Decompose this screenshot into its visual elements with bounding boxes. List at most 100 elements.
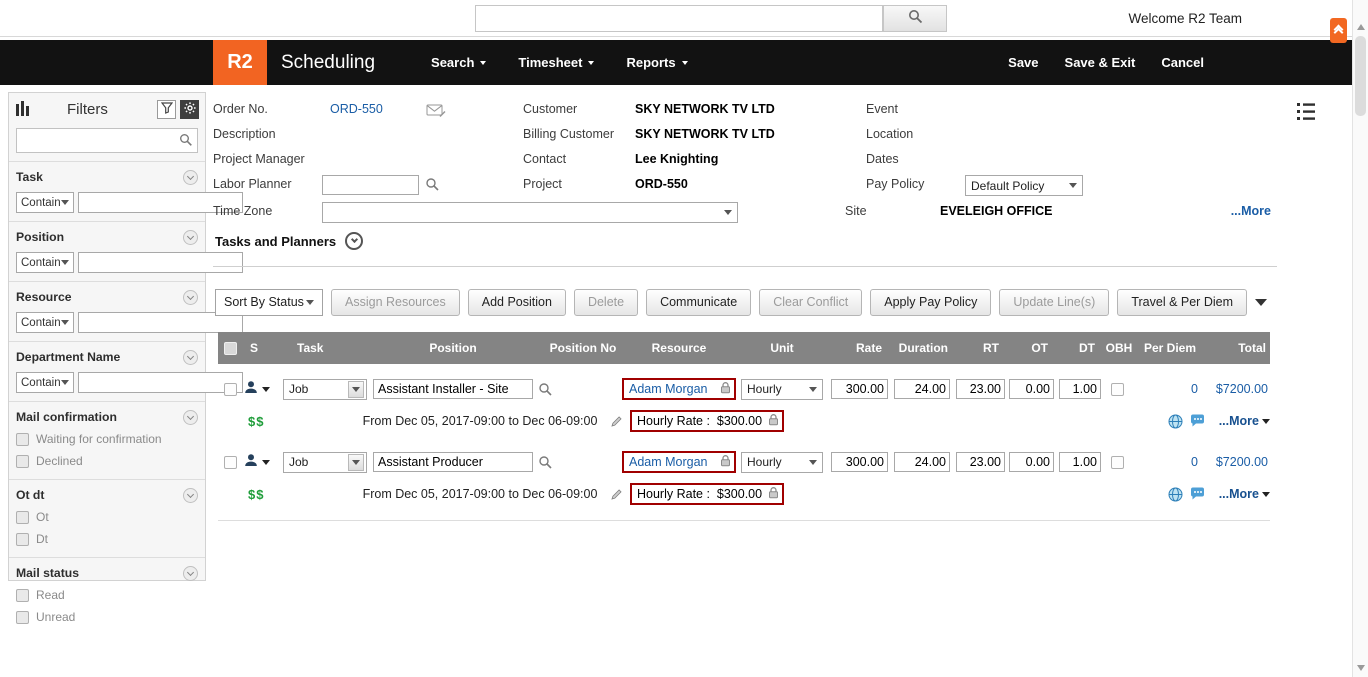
chevron-circle-icon[interactable]	[183, 230, 198, 245]
filter-section-mail-status: Mail status Read Unread	[9, 557, 205, 635]
task-contain-select[interactable]: Contain	[16, 192, 74, 213]
ot-input[interactable]	[1009, 452, 1054, 472]
more-link[interactable]: ...More	[1231, 204, 1271, 218]
row-status-cell[interactable]	[244, 377, 280, 401]
waiting-confirmation-checkbox[interactable]	[16, 433, 29, 446]
per-diem-link[interactable]: 0	[1191, 455, 1198, 469]
collapse-header-button[interactable]	[1330, 18, 1347, 43]
section-label: Mail confirmation	[16, 410, 117, 424]
section-label: Mail status	[16, 566, 79, 580]
globe-icon[interactable]	[1168, 482, 1186, 506]
ot-input[interactable]	[1009, 379, 1054, 399]
pay-policy-select[interactable]: Default Policy	[965, 175, 1083, 196]
rate-input[interactable]	[831, 452, 888, 472]
per-diem-link[interactable]: 0	[1191, 382, 1198, 396]
declined-checkbox[interactable]	[16, 455, 29, 468]
filter-search-input[interactable]	[16, 128, 198, 153]
ot-checkbox[interactable]	[16, 511, 29, 524]
sort-by-select[interactable]: Sort By Status	[215, 289, 323, 316]
hourly-rate-locked-field[interactable]: Hourly Rate : $300.00	[630, 410, 784, 432]
department-contain-select[interactable]: Contain	[16, 372, 74, 393]
row-more-link[interactable]: ...More	[1219, 414, 1270, 428]
save-exit-button[interactable]: Save & Exit	[1065, 55, 1136, 70]
scrollbar-thumb[interactable]	[1355, 36, 1366, 116]
unread-checkbox[interactable]	[16, 611, 29, 624]
apply-pay-policy-button[interactable]: Apply Pay Policy	[870, 289, 991, 316]
menu-timesheet[interactable]: Timesheet	[518, 55, 594, 70]
edit-schedule-icon[interactable]	[610, 409, 626, 433]
clear-filter-button[interactable]	[157, 100, 176, 119]
resource-contain-select[interactable]: Contain	[16, 312, 74, 333]
vertical-scrollbar[interactable]	[1352, 0, 1368, 677]
labor-planner-input[interactable]	[322, 175, 419, 195]
rate-input[interactable]	[831, 379, 888, 399]
duration-input[interactable]	[894, 379, 950, 399]
time-zone-select[interactable]	[322, 202, 738, 223]
select-arrow	[348, 381, 364, 398]
rt-input[interactable]	[956, 452, 1005, 472]
position-search-icon[interactable]	[538, 450, 556, 474]
toolbar-dropdown-icon[interactable]	[1255, 299, 1267, 306]
checkbox-label: Unread	[36, 610, 75, 624]
chevron-circle-icon[interactable]	[183, 170, 198, 185]
chevron-circle-icon[interactable]	[183, 410, 198, 425]
scroll-up-icon[interactable]	[1357, 24, 1365, 30]
resource-locked-field[interactable]: Adam Morgan	[622, 378, 736, 400]
dt-input[interactable]	[1059, 452, 1101, 472]
globe-icon[interactable]	[1168, 409, 1186, 433]
unit-select[interactable]: Hourly	[741, 450, 823, 474]
rate-detail-cell[interactable]: $$	[248, 482, 274, 506]
global-search-button[interactable]	[883, 5, 947, 32]
task-select[interactable]: Job	[283, 377, 367, 401]
filter-settings-button[interactable]	[180, 100, 199, 119]
chevron-circle-icon[interactable]	[183, 350, 198, 365]
obh-checkbox[interactable]	[1111, 383, 1124, 396]
scroll-down-icon[interactable]	[1357, 665, 1365, 671]
rt-input[interactable]	[956, 379, 1005, 399]
nav-bar: R2 Scheduling Search Timesheet Reports S…	[0, 40, 1352, 85]
layout-menu-icon[interactable]	[1296, 100, 1316, 129]
search-icon[interactable]	[425, 177, 440, 192]
menu-reports[interactable]: Reports	[626, 55, 687, 70]
checkbox-label: Read	[36, 588, 65, 602]
row-checkbox[interactable]	[224, 383, 237, 396]
chevron-circle-icon[interactable]	[183, 488, 198, 503]
row-status-cell[interactable]	[244, 450, 280, 474]
save-button[interactable]: Save	[1008, 55, 1038, 70]
row-checkbox[interactable]	[224, 456, 237, 469]
hourly-rate-locked-field[interactable]: Hourly Rate : $300.00	[630, 483, 784, 505]
chevron-circle-icon[interactable]	[345, 232, 363, 250]
resource-locked-field[interactable]: Adam Morgan	[622, 451, 736, 473]
order-no-value[interactable]: ORD-550	[330, 102, 383, 116]
col-rate: Rate	[831, 332, 888, 364]
cancel-button[interactable]: Cancel	[1161, 55, 1204, 70]
position-search-icon[interactable]	[538, 377, 556, 401]
global-search-input[interactable]	[475, 5, 883, 32]
chevron-circle-icon[interactable]	[183, 566, 198, 581]
duration-cell	[894, 450, 950, 474]
position-input[interactable]	[373, 379, 533, 399]
unit-select[interactable]: Hourly	[741, 377, 823, 401]
rate-detail-cell[interactable]: $$	[248, 409, 274, 433]
top-bar: Welcome R2 Team	[0, 0, 1352, 37]
filter-section-position: Position Contain	[9, 221, 205, 281]
row-more-link[interactable]: ...More	[1219, 487, 1270, 501]
select-all-checkbox[interactable]	[224, 342, 237, 355]
obh-checkbox[interactable]	[1111, 456, 1124, 469]
travel-per-diem-button[interactable]: Travel & Per Diem	[1117, 289, 1247, 316]
edit-schedule-icon[interactable]	[610, 482, 626, 506]
dt-checkbox[interactable]	[16, 533, 29, 546]
read-checkbox[interactable]	[16, 589, 29, 602]
mail-icon[interactable]	[426, 104, 446, 118]
duration-input[interactable]	[894, 452, 950, 472]
position-contain-select[interactable]: Contain	[16, 252, 74, 273]
communicate-button[interactable]: Communicate	[646, 289, 751, 316]
menu-search[interactable]: Search	[431, 55, 486, 70]
chevron-circle-icon[interactable]	[183, 290, 198, 305]
nav-menu: Search Timesheet Reports	[431, 55, 688, 70]
add-position-button[interactable]: Add Position	[468, 289, 566, 316]
task-select[interactable]: Job	[283, 450, 367, 474]
dt-input[interactable]	[1059, 379, 1101, 399]
position-input[interactable]	[373, 452, 533, 472]
header-row-1: Order No. ORD-550 Customer SKY NETWORK T…	[213, 102, 1277, 124]
